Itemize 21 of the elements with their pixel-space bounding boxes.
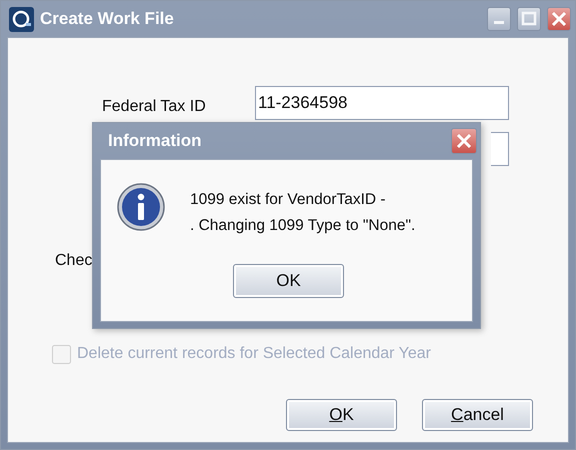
close-button[interactable] [451,128,477,154]
message-text: 1099 exist for VendorTaxID - . Changing 1099 Type to "None". [190,190,416,236]
ok-button[interactable]: OK [286,399,397,431]
info-icon [116,182,166,232]
maximize-button[interactable] [517,7,541,31]
close-button[interactable] [547,7,571,31]
maximize-icon [522,12,536,26]
field-label: Chec [55,251,92,271]
close-icon [552,12,566,26]
minimize-icon [494,21,504,24]
close-icon [456,134,472,148]
minimize-button[interactable] [487,7,511,31]
ok-button[interactable]: OK [233,264,344,298]
checkbox-label: Delete current records for Selected Calendar Year [77,344,431,364]
text-field[interactable] [491,132,509,166]
dialog-title: Information [108,130,202,152]
field-label: Federal Tax ID [102,97,207,117]
app-logo-icon [9,6,34,32]
cancel-button[interactable]: Cancel [422,399,533,431]
window-title: Create Work File [40,8,175,30]
text-field[interactable]: 11-2364598 [255,86,509,120]
